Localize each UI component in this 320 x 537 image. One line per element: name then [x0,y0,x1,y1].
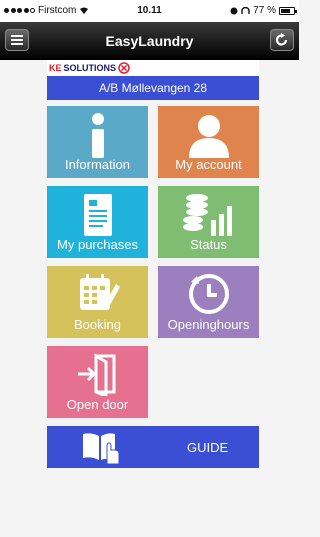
logo-solutions-text: SOLUTIONS [63,63,117,73]
calendar-icon [79,274,120,310]
status-tile[interactable]: Status [158,186,259,258]
receipt-icon [83,194,112,236]
alarm-icon [230,7,238,14]
logo-mark-icon [118,62,130,74]
property-banner: KE SOLUTIONS A/B Møllevangen 28 [47,60,259,100]
my-purchases-tile[interactable]: My purchases [47,186,148,258]
guide-button[interactable]: GUIDE [47,426,259,468]
nav-bar: EasyLaundry [0,22,299,60]
clock-icon [188,274,229,314]
my-purchases-label: My purchases [57,237,138,252]
my-account-label: My account [175,157,242,172]
opening-hours-label: Openinghours [167,317,250,332]
door-icon [77,353,115,396]
information-label: Information [64,157,131,172]
refresh-button[interactable] [270,29,294,51]
open-door-label: Open door [66,397,129,412]
battery-percent: 77 % [253,5,276,16]
person-icon [188,115,229,158]
status-bar: Firstcom 10.11 77 % [0,0,299,22]
guide-label: GUIDE [187,440,229,455]
headphones-icon [241,6,250,14]
booking-label: Booking [74,317,121,332]
coins-chart-icon [182,194,232,236]
information-tile[interactable]: Information [47,106,148,178]
booking-tile[interactable]: Booking [47,266,148,338]
info-icon [91,113,104,158]
ke-solutions-logo: KE SOLUTIONS [49,62,130,74]
opening-hours-tile[interactable]: Openinghours [158,266,259,338]
status-right: 77 % [230,5,297,16]
open-door-tile[interactable]: Open door [47,346,148,418]
banner-logo-strip: KE SOLUTIONS [47,60,259,76]
refresh-icon [275,33,288,46]
empty-bottom-area [0,470,299,537]
logo-ke-text: KE [49,63,62,73]
app-title: EasyLaundry [105,33,194,49]
battery-icon [279,6,297,15]
my-account-tile[interactable]: My account [158,106,259,178]
status-label: Status [190,237,227,252]
address-label: A/B Møllevangen 28 [47,76,259,100]
book-hand-icon [83,433,120,465]
